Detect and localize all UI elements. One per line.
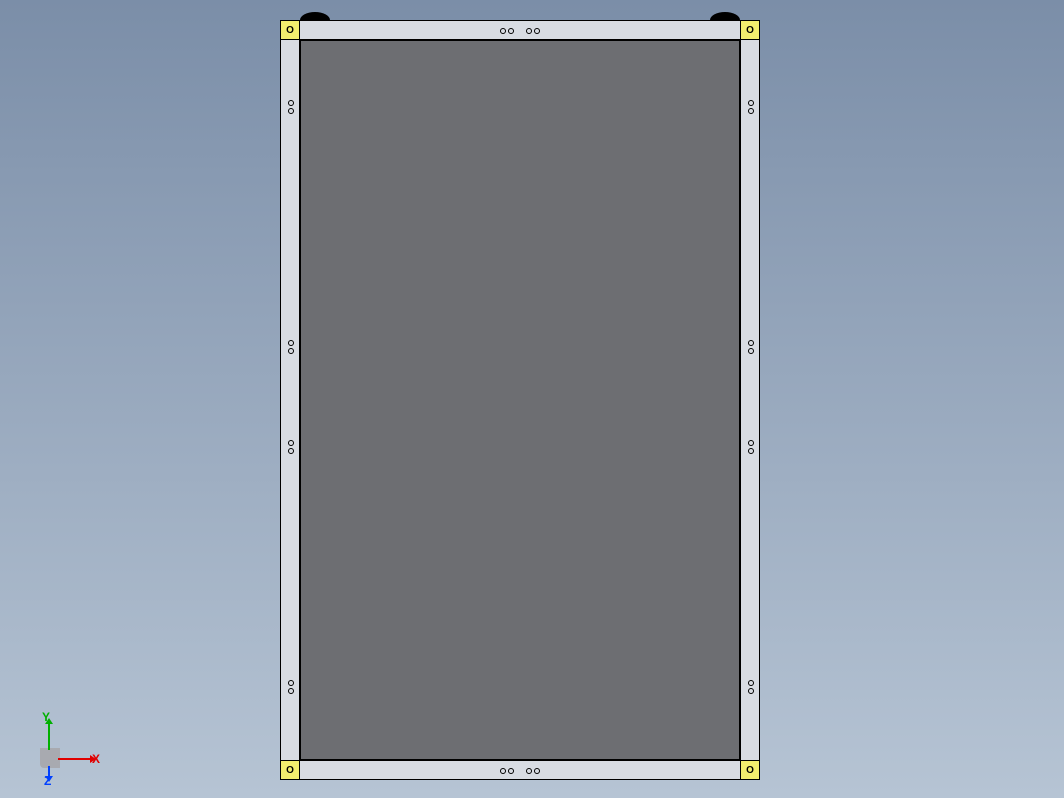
mounting-holes <box>500 26 514 34</box>
frame-assembly[interactable]: O O O O <box>280 20 760 780</box>
corner-bracket-top-left: O <box>280 20 300 40</box>
axis-label-z: Z <box>44 774 51 788</box>
mounting-holes <box>746 100 754 114</box>
corner-bracket-top-right: O <box>740 20 760 40</box>
axis-arrow-x <box>58 758 90 760</box>
frame-rail-bottom <box>280 760 760 780</box>
mounting-holes <box>526 766 540 774</box>
center-panel <box>300 40 740 760</box>
top-clip-right <box>710 12 740 20</box>
frame-rail-top <box>280 20 760 40</box>
mounting-holes <box>286 440 294 454</box>
axis-label-x: X <box>92 752 100 766</box>
frame-rail-right <box>740 20 760 780</box>
cad-viewport[interactable]: O O O O X Y Z <box>0 0 1064 798</box>
axis-label-y: Y <box>42 710 50 724</box>
mounting-holes <box>746 340 754 354</box>
mounting-holes <box>500 766 514 774</box>
view-triad[interactable]: X Y Z <box>30 718 100 778</box>
corner-bracket-bottom-left: O <box>280 760 300 780</box>
mounting-holes <box>286 680 294 694</box>
frame-rail-left <box>280 20 300 780</box>
axis-arrow-y <box>48 724 50 750</box>
corner-bracket-bottom-right: O <box>740 760 760 780</box>
mounting-holes <box>286 340 294 354</box>
triad-origin <box>40 748 60 768</box>
mounting-holes <box>526 26 540 34</box>
mounting-holes <box>746 680 754 694</box>
mounting-holes <box>286 100 294 114</box>
mounting-holes <box>746 440 754 454</box>
top-clip-left <box>300 12 330 20</box>
